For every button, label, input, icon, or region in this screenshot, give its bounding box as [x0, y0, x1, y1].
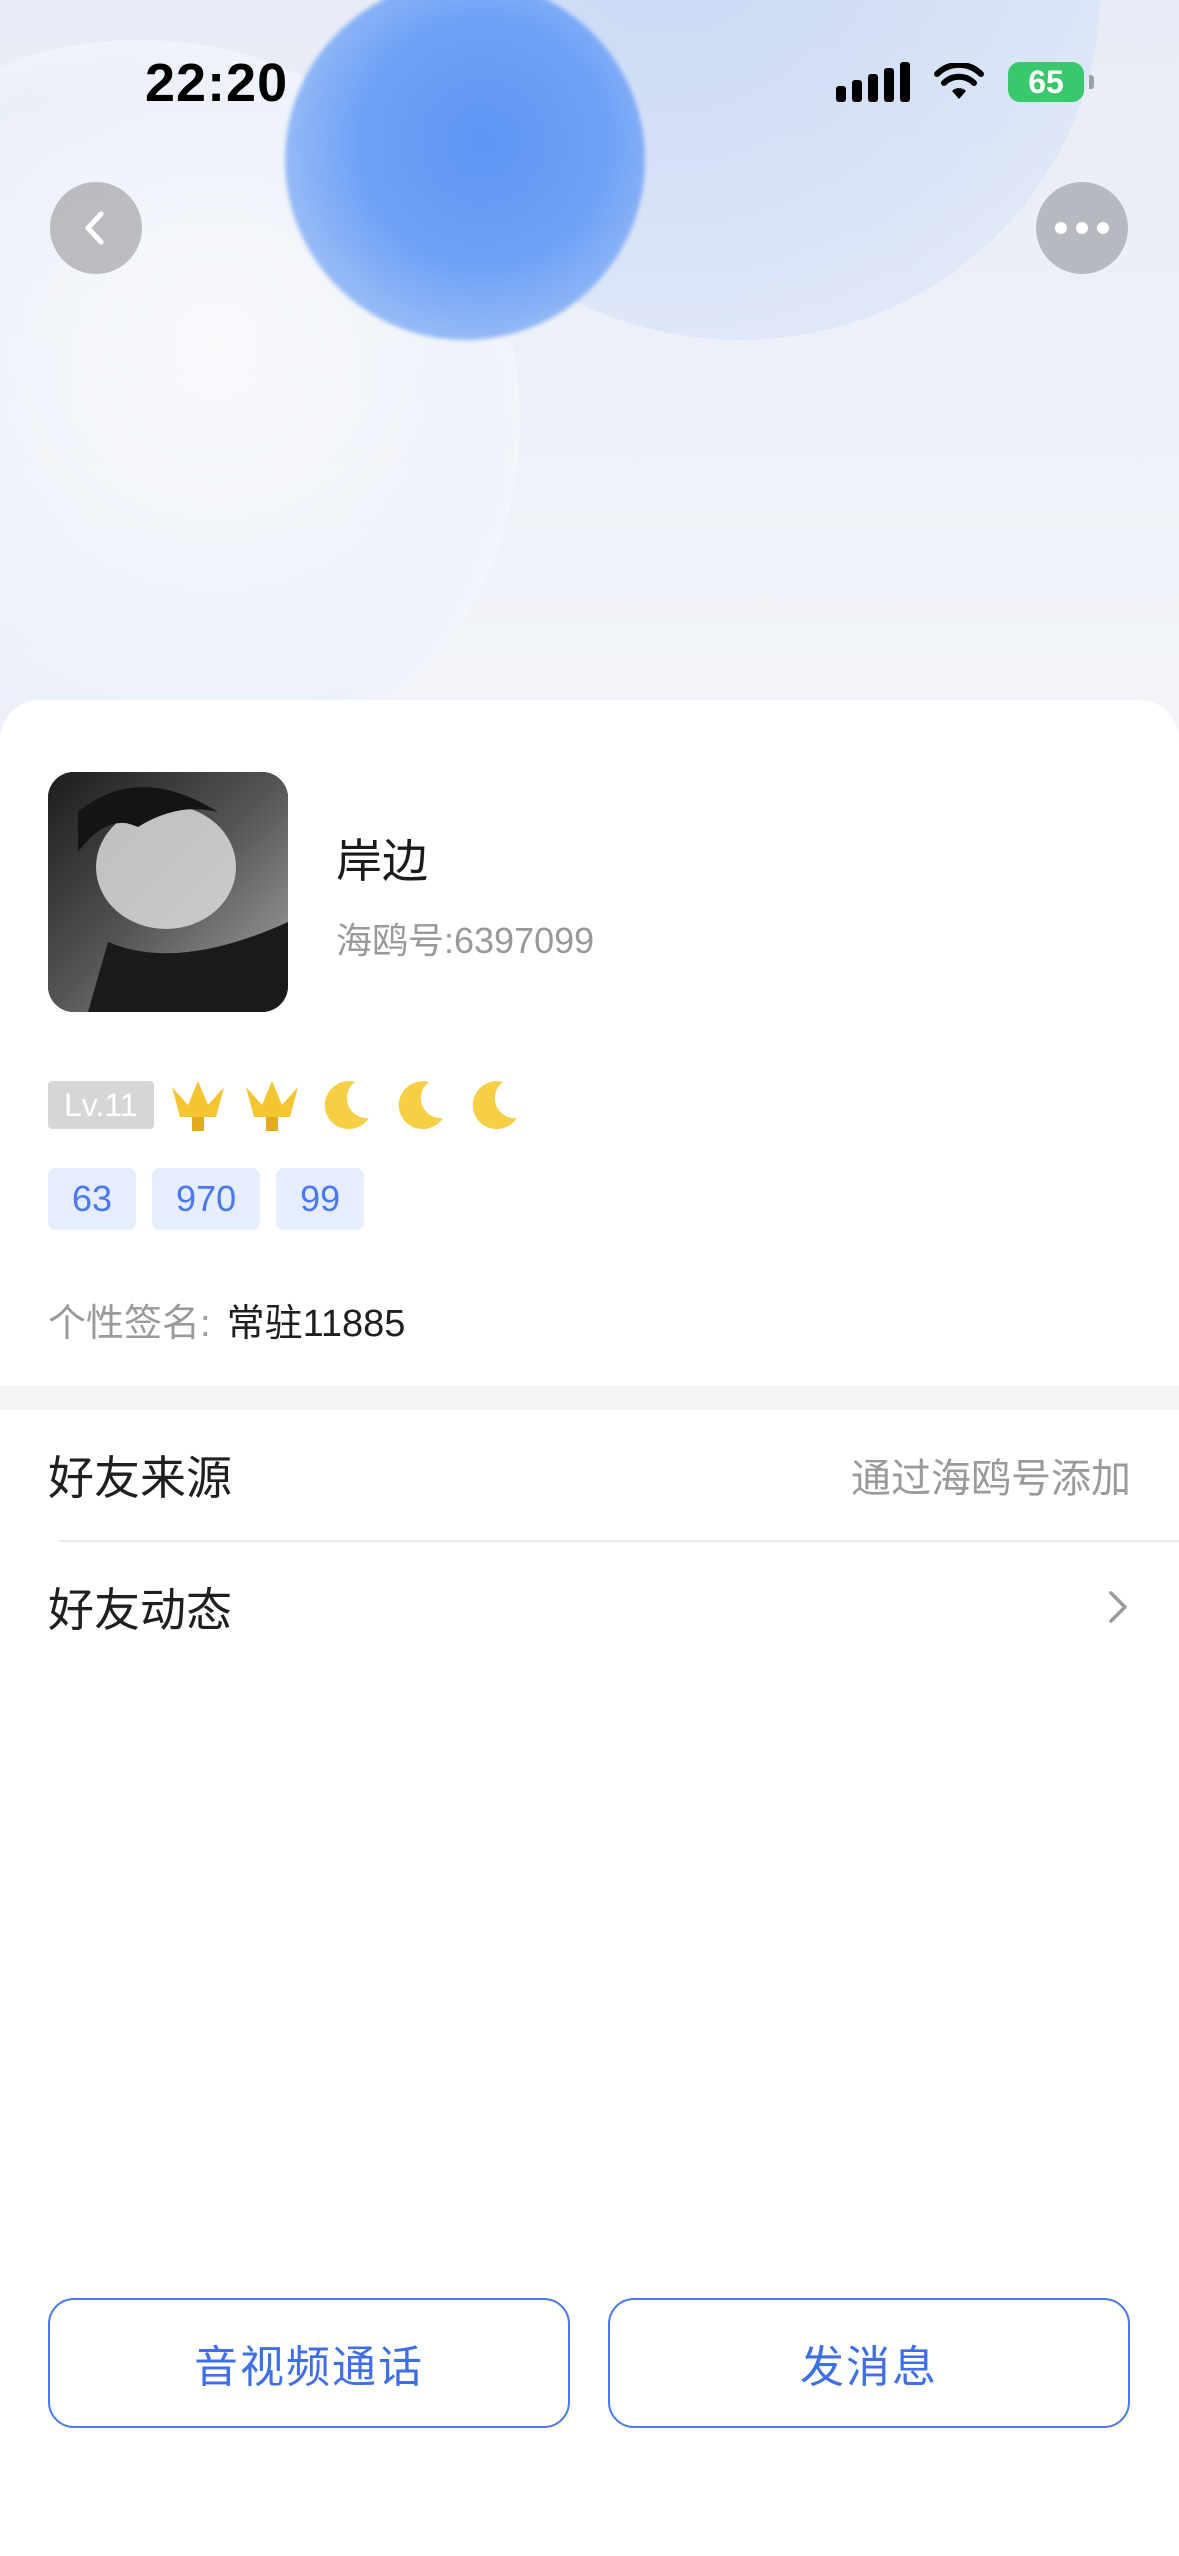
account-id: 海鸥号:6397099	[336, 920, 595, 961]
friend-moments-row[interactable]: 好友动态	[0, 1542, 1179, 1672]
profile-name: 岸边	[336, 835, 428, 887]
section-divider	[0, 1386, 1179, 1410]
signature-label: 个性签名:	[48, 1303, 211, 1345]
wifi-icon	[934, 63, 984, 99]
crown-icon	[242, 1076, 302, 1134]
more-button[interactable]	[1036, 182, 1128, 274]
avatar-image	[48, 772, 288, 1012]
status-time: 22:20	[145, 53, 289, 113]
status-icons: 65	[836, 62, 1094, 102]
profile-tags: 63 970 99	[48, 1168, 365, 1230]
more-icon	[1055, 222, 1109, 234]
tag: 63	[48, 1168, 137, 1230]
battery-level: 65	[1028, 63, 1064, 100]
signature-value: 常驻11885	[226, 1303, 406, 1345]
friend-source-label: 好友来源	[48, 1452, 232, 1504]
battery-icon: 65	[1008, 62, 1094, 102]
moon-icon	[390, 1076, 450, 1134]
level-badge: Lv.11	[48, 1081, 154, 1129]
audio-video-call-button[interactable]: 音视频通话	[48, 2298, 570, 2428]
friend-source-row: 好友来源 通过海鸥号添加	[0, 1410, 1179, 1540]
friend-source-value: 通过海鸥号添加	[851, 1457, 1131, 1501]
friend-moments-label: 好友动态	[48, 1584, 232, 1636]
signature: 个性签名: 常驻11885	[48, 1292, 405, 1347]
send-message-button[interactable]: 发消息	[608, 2298, 1130, 2428]
back-button[interactable]	[50, 182, 142, 274]
crown-icon	[168, 1076, 228, 1134]
profile-header-background	[0, 0, 1179, 760]
chevron-right-icon	[1109, 1591, 1127, 1623]
cellular-signal-icon	[836, 62, 910, 102]
moon-icon	[316, 1076, 376, 1134]
level-row: Lv.11	[48, 1076, 524, 1134]
tag: 99	[276, 1168, 365, 1230]
avatar[interactable]	[48, 772, 288, 1012]
chevron-left-icon	[85, 211, 104, 245]
tag: 970	[152, 1168, 261, 1230]
moon-icon	[464, 1076, 524, 1134]
